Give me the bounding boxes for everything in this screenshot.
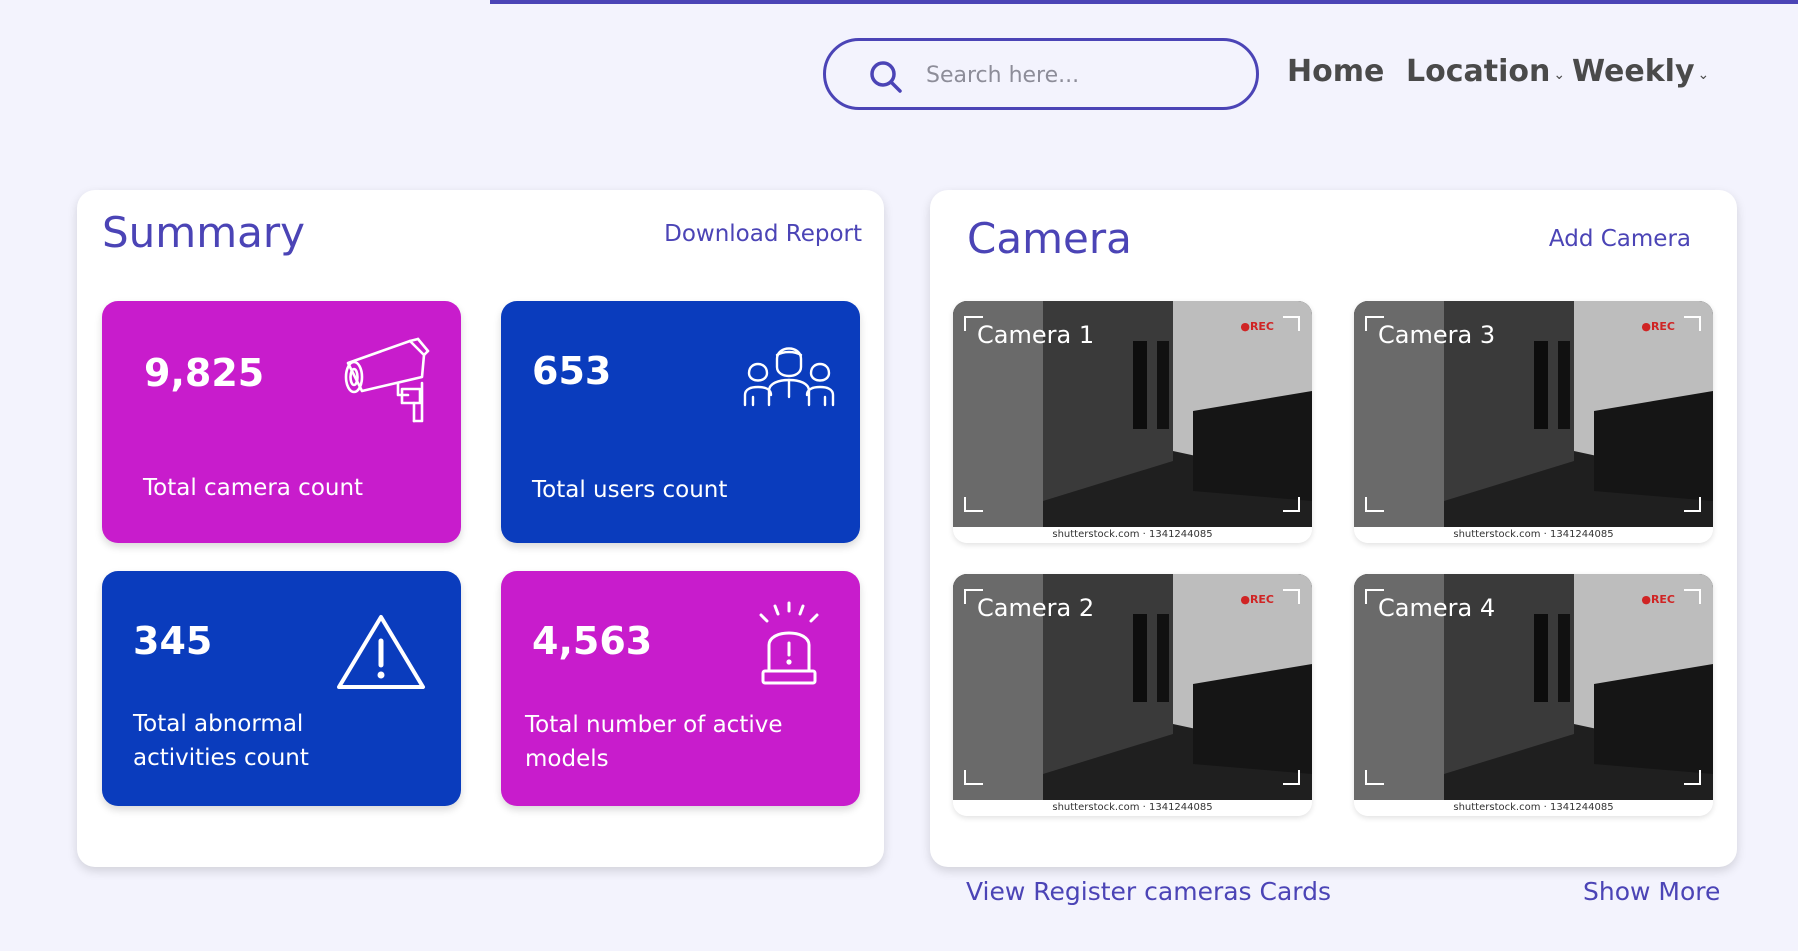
stat-value: 4,563 <box>532 619 653 663</box>
search-input[interactable] <box>924 55 1228 95</box>
stat-label-line: Total abnormal <box>133 711 304 737</box>
security-camera-icon <box>344 337 430 423</box>
camera-feed-2[interactable]: Camera 2 ●REC shutterstock.com · 1341244… <box>953 574 1312 816</box>
nav-location-label: Location <box>1406 54 1551 89</box>
nav-home[interactable]: Home <box>1287 54 1384 89</box>
stat-card-active-models[interactable]: 4,563 Total number of active models <box>501 571 860 806</box>
stock-watermark: shutterstock.com · 1341244085 <box>1453 529 1614 540</box>
stat-card-abnormal-activities[interactable]: 345 Total abnormal activities count <box>102 571 461 806</box>
alarm-siren-icon <box>759 601 819 685</box>
stat-label: Total abnormal activities count <box>133 707 309 775</box>
camera-label: Camera 1 <box>977 321 1095 349</box>
camera-label: Camera 4 <box>1378 594 1496 622</box>
camera-feed-1[interactable]: Camera 1 ●REC shutterstock.com · 1341244… <box>953 301 1312 543</box>
camera-label: Camera 2 <box>977 594 1095 622</box>
show-more-link[interactable]: Show More <box>1583 877 1720 906</box>
camera-feed-4[interactable]: Camera 4 ●REC shutterstock.com · 1341244… <box>1354 574 1713 816</box>
stat-value: 9,825 <box>144 351 265 395</box>
stat-label: Total camera count <box>143 475 364 501</box>
add-camera-link[interactable]: Add Camera <box>1549 226 1691 252</box>
rec-indicator: ●REC <box>1240 320 1274 333</box>
summary-panel: Summary Download Report 9,825 Total came… <box>77 190 884 867</box>
search-icon <box>870 61 902 93</box>
summary-title: Summary <box>102 208 305 257</box>
users-group-icon <box>743 347 835 407</box>
stat-value: 653 <box>532 349 612 393</box>
stat-card-camera-count[interactable]: 9,825 Total camera count <box>102 301 461 543</box>
camera-feed-3[interactable]: Camera 3 ●REC shutterstock.com · 1341244… <box>1354 301 1713 543</box>
nav-weekly-label: Weekly <box>1572 54 1695 89</box>
rec-indicator: ●REC <box>1240 593 1274 606</box>
stat-label: Total number of active models <box>525 708 783 776</box>
rec-indicator: ●REC <box>1641 593 1675 606</box>
download-report-link[interactable]: Download Report <box>664 221 862 247</box>
stock-watermark: shutterstock.com · 1341244085 <box>1052 529 1213 540</box>
camera-title: Camera <box>967 214 1132 263</box>
stat-card-users-count[interactable]: 653 Total users count <box>501 301 860 543</box>
stat-label-line: activities count <box>133 745 309 771</box>
view-register-cameras-link[interactable]: View Register cameras Cards <box>966 877 1331 906</box>
camera-label: Camera 3 <box>1378 321 1496 349</box>
stat-label-line: models <box>525 746 609 772</box>
stat-value: 345 <box>133 619 213 663</box>
nav-home-label: Home <box>1287 54 1385 89</box>
top-accent-rule <box>490 0 1798 4</box>
chevron-down-icon: ⌄ <box>1697 67 1710 83</box>
warning-icon <box>337 615 425 689</box>
rec-indicator: ●REC <box>1641 320 1675 333</box>
search-box[interactable] <box>823 38 1259 110</box>
nav-location-dropdown[interactable]: Location ⌄ <box>1406 54 1565 89</box>
camera-panel: Camera Add Camera Camera 1 ●REC shutters… <box>930 190 1737 867</box>
chevron-down-icon: ⌄ <box>1553 67 1566 83</box>
stat-label: Total users count <box>532 477 728 503</box>
stat-label-line: Total number of active <box>525 712 783 738</box>
stock-watermark: shutterstock.com · 1341244085 <box>1453 802 1614 813</box>
stock-watermark: shutterstock.com · 1341244085 <box>1052 802 1213 813</box>
nav-weekly-dropdown[interactable]: Weekly ⌄ <box>1572 54 1709 89</box>
